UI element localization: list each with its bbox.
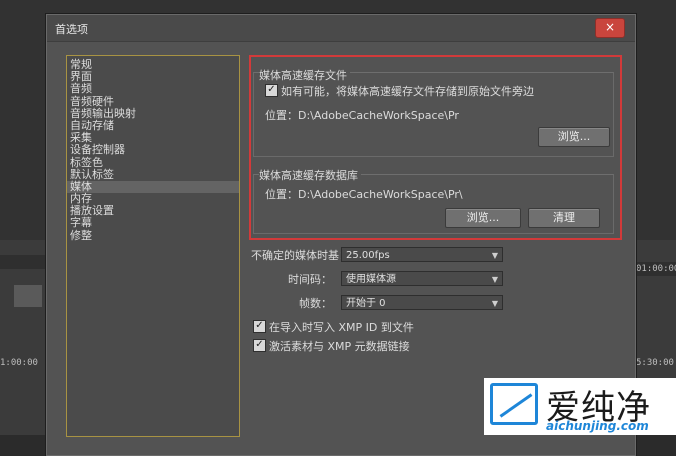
frame-count-value: 开始于 0 (346, 298, 386, 309)
sidebar-item-auto-save[interactable]: 自动存储 (67, 119, 239, 132)
chevron-down-icon: ▼ (491, 299, 498, 308)
sidebar-item-audio[interactable]: 音频 (67, 83, 239, 95)
enable-xmp-link-checkbox[interactable]: ✓ (253, 339, 266, 352)
sidebar-item-titler[interactable]: 字幕 (67, 217, 239, 229)
timecode-label: 时间码： (288, 273, 332, 286)
sidebar-item-label-defaults[interactable]: 默认标签 (67, 168, 239, 181)
frame-count-label: 帧数： (299, 297, 332, 310)
background-left-ruler (0, 255, 46, 269)
watermark-url: aichunjing.com (546, 419, 649, 433)
background-timecode-bottom-right: 5:30:00 (636, 358, 674, 368)
sidebar-item-interface[interactable]: 界面 (67, 71, 239, 83)
sidebar-item-label-colors[interactable]: 标签色 (67, 156, 239, 169)
watermark: 爱纯净 aichunjing.com (484, 378, 676, 435)
watermark-logo-icon (490, 383, 538, 425)
annotation-highlight-box (249, 55, 622, 240)
close-button[interactable]: × (595, 18, 625, 38)
background-timecode-left: 1:00:00 (0, 358, 38, 368)
frame-count-select[interactable]: 开始于 0 ▼ (341, 295, 503, 310)
timecode-select[interactable]: 使用媒体源 ▼ (341, 271, 503, 286)
sidebar-item-device-control[interactable]: 设备控制器 (67, 144, 239, 156)
write-xmp-id-checkbox[interactable]: ✓ (253, 320, 266, 333)
sidebar-item-playback[interactable]: 播放设置 (67, 205, 239, 217)
chevron-down-icon: ▼ (491, 275, 498, 284)
sidebar-item-general[interactable]: 常规 (67, 58, 239, 71)
close-icon: × (604, 20, 616, 34)
write-xmp-id-label: 在导入时写入 XMP ID 到文件 (269, 321, 414, 334)
dialog-title: 首选项 (55, 23, 88, 36)
timebase-label: 不确定的媒体时基： (251, 249, 350, 262)
timebase-value: 25.00fps (346, 250, 390, 261)
background-left-panel (0, 240, 46, 435)
timecode-value: 使用媒体源 (346, 274, 396, 285)
sidebar-item-media[interactable]: 媒体 (67, 180, 239, 194)
background-timecode-right: 01:00:00 (636, 264, 676, 274)
sidebar-item-trim[interactable]: 修整 (67, 229, 239, 242)
enable-xmp-link-label: 激活素材与 XMP 元数据链接 (269, 340, 410, 353)
timebase-select[interactable]: 25.00fps ▼ (341, 247, 503, 262)
background-left-clip (14, 285, 42, 307)
chevron-down-icon: ▼ (491, 251, 498, 260)
category-list[interactable]: 常规 界面 音频 音频硬件 音频输出映射 自动存储 采集 设备控制器 标签色 默… (66, 55, 240, 437)
sidebar-item-audio-hardware[interactable]: 音频硬件 (67, 95, 239, 108)
dialog-titlebar: 首选项 × (47, 15, 635, 42)
